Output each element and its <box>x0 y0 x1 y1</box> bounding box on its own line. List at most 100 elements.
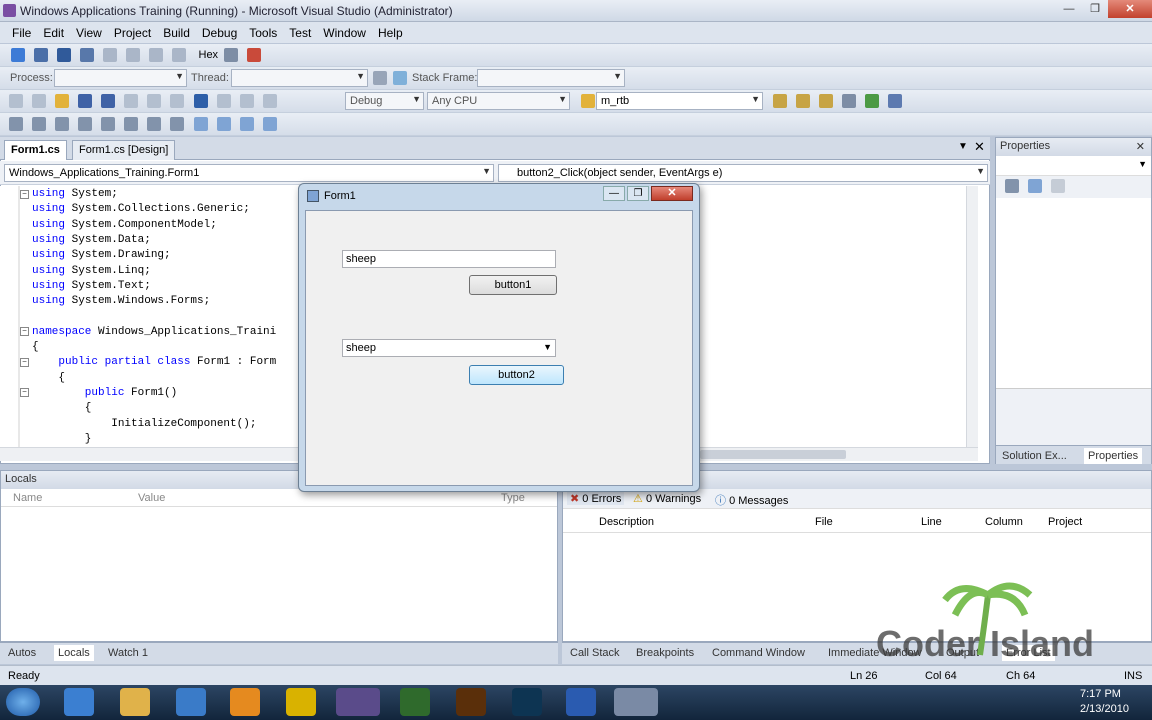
stack-frame-combo[interactable]: ▼ <box>477 69 625 87</box>
comment-icon[interactable] <box>147 117 162 131</box>
word-icon[interactable] <box>566 688 596 716</box>
step-out-icon[interactable] <box>172 48 187 62</box>
menu-project[interactable]: Project <box>108 26 157 40</box>
save-icon[interactable] <box>78 94 93 108</box>
next-bookmark-icon[interactable] <box>239 117 254 131</box>
app-icon[interactable] <box>286 688 316 716</box>
messages-filter[interactable]: ⓘ 0 Messages <box>715 492 788 508</box>
fold-toggle[interactable]: − <box>20 388 29 397</box>
code-line[interactable]: namespace Windows_Applications_Traini <box>32 326 276 338</box>
tab-solution-explorer[interactable]: Solution Ex... <box>998 448 1071 464</box>
redo-icon[interactable] <box>216 94 231 108</box>
toolbox-icon[interactable] <box>842 94 857 108</box>
properties-object-combo[interactable]: ▼ <box>996 156 1151 176</box>
col-description[interactable]: Description <box>599 516 654 528</box>
locals-col-name[interactable]: Name <box>13 492 42 504</box>
undo-icon[interactable] <box>193 94 208 108</box>
textbox1[interactable]: sheep <box>342 250 556 268</box>
code-line[interactable]: InitializeComponent(); <box>32 418 256 430</box>
class-combo[interactable]: Windows_Applications_Training.Form1 ▼ <box>4 164 494 182</box>
property-pages-icon[interactable] <box>1051 179 1066 193</box>
form-maximize-button[interactable]: ❐ <box>627 186 649 201</box>
col-project[interactable]: Project <box>1048 516 1082 528</box>
cut-icon[interactable] <box>124 94 139 108</box>
paste-icon[interactable] <box>170 94 185 108</box>
save-all-icon[interactable] <box>101 94 116 108</box>
code-line[interactable]: { <box>32 402 92 414</box>
chevron-down-icon[interactable]: ▼ <box>543 342 552 352</box>
restart-icon[interactable] <box>80 48 95 62</box>
minimize-button[interactable]: — <box>1056 0 1082 18</box>
object-browser-icon[interactable] <box>819 94 834 108</box>
code-line[interactable]: } <box>32 433 92 445</box>
step-over-icon[interactable] <box>149 48 164 62</box>
menu-window[interactable]: Window <box>317 26 372 40</box>
configuration-combo[interactable]: Debug ▼ <box>345 92 424 110</box>
col-file[interactable]: File <box>815 516 833 528</box>
categorized-icon[interactable] <box>1005 179 1019 193</box>
filter-icon[interactable] <box>373 71 387 85</box>
start-icon[interactable] <box>262 94 277 108</box>
code-line[interactable]: using System.Text; <box>32 280 151 292</box>
media-player-icon[interactable] <box>230 688 260 716</box>
code-line[interactable]: using System.Drawing; <box>32 249 171 261</box>
add-item-icon[interactable] <box>32 94 47 108</box>
code-line[interactable]: using System.Windows.Forms; <box>32 295 210 307</box>
tab-watch1[interactable]: Watch 1 <box>104 645 152 661</box>
tab-form1-cs[interactable]: Form1.cs <box>4 140 67 160</box>
code-line[interactable]: using System.Collections.Generic; <box>32 203 250 215</box>
member-list-icon[interactable] <box>9 117 23 131</box>
form1-task-icon[interactable] <box>614 688 658 716</box>
hex-toggle[interactable]: Hex <box>199 49 219 61</box>
properties-window-icon[interactable] <box>796 94 811 108</box>
close-document-icon[interactable]: ✕ <box>974 139 985 155</box>
code-line[interactable]: { <box>32 341 39 353</box>
photoshop-icon[interactable] <box>512 688 542 716</box>
member-combo[interactable]: button2_Click(object sender, EventArgs e… <box>498 164 988 182</box>
clear-bookmarks-icon[interactable] <box>262 117 277 131</box>
bookmark-icon[interactable] <box>193 117 208 131</box>
parameter-info-icon[interactable] <box>32 117 47 131</box>
process-combo[interactable]: ▼ <box>54 69 187 87</box>
menu-debug[interactable]: Debug <box>196 26 243 40</box>
messenger-icon[interactable] <box>176 688 206 716</box>
fold-toggle[interactable]: − <box>20 358 29 367</box>
find-combo[interactable]: m_rtb ▼ <box>596 92 763 110</box>
tab-properties[interactable]: Properties <box>1084 448 1143 464</box>
code-line[interactable]: public partial class Form1 : Form <box>32 356 276 368</box>
menu-help[interactable]: Help <box>372 26 409 40</box>
step-into-icon[interactable] <box>126 48 141 62</box>
pin-icon[interactable]: ✕ <box>1136 140 1145 153</box>
platform-combo[interactable]: Any CPU ▼ <box>427 92 570 110</box>
close-button[interactable]: ✕ <box>1108 0 1152 18</box>
windows-icon[interactable] <box>247 48 262 62</box>
form-close-button[interactable]: ✕ <box>651 186 693 201</box>
button2[interactable]: button2 <box>469 365 564 385</box>
dreamweaver-icon[interactable] <box>400 688 430 716</box>
col-line[interactable]: Line <box>921 516 942 528</box>
visual-studio-task-icon[interactable] <box>336 688 380 716</box>
step-icon[interactable] <box>103 48 118 62</box>
locals-col-type[interactable]: Type <box>501 492 525 504</box>
menu-file[interactable]: File <box>6 26 37 40</box>
tab-command-window[interactable]: Command Window <box>708 645 809 661</box>
code-line[interactable]: { <box>32 372 65 384</box>
explorer-icon[interactable] <box>120 688 150 716</box>
windows-layout-icon[interactable] <box>888 94 903 108</box>
quick-info-icon[interactable] <box>55 117 70 131</box>
solution-explorer-icon[interactable] <box>773 94 787 108</box>
fold-toggle[interactable]: − <box>20 327 29 336</box>
menu-view[interactable]: View <box>70 26 108 40</box>
uncomment-icon[interactable] <box>170 117 185 131</box>
button1[interactable]: button1 <box>469 275 557 295</box>
code-line[interactable]: using System; <box>32 188 118 200</box>
breakpoints-icon[interactable] <box>224 48 239 62</box>
prev-bookmark-icon[interactable] <box>216 117 231 131</box>
locals-col-value[interactable]: Value <box>138 492 165 504</box>
menu-edit[interactable]: Edit <box>37 26 70 40</box>
tab-breakpoints[interactable]: Breakpoints <box>632 645 698 661</box>
complete-word-icon[interactable] <box>78 117 93 131</box>
code-line[interactable]: using System.Data; <box>32 234 151 246</box>
outdent-icon[interactable] <box>101 117 116 131</box>
internet-explorer-icon[interactable] <box>64 688 94 716</box>
